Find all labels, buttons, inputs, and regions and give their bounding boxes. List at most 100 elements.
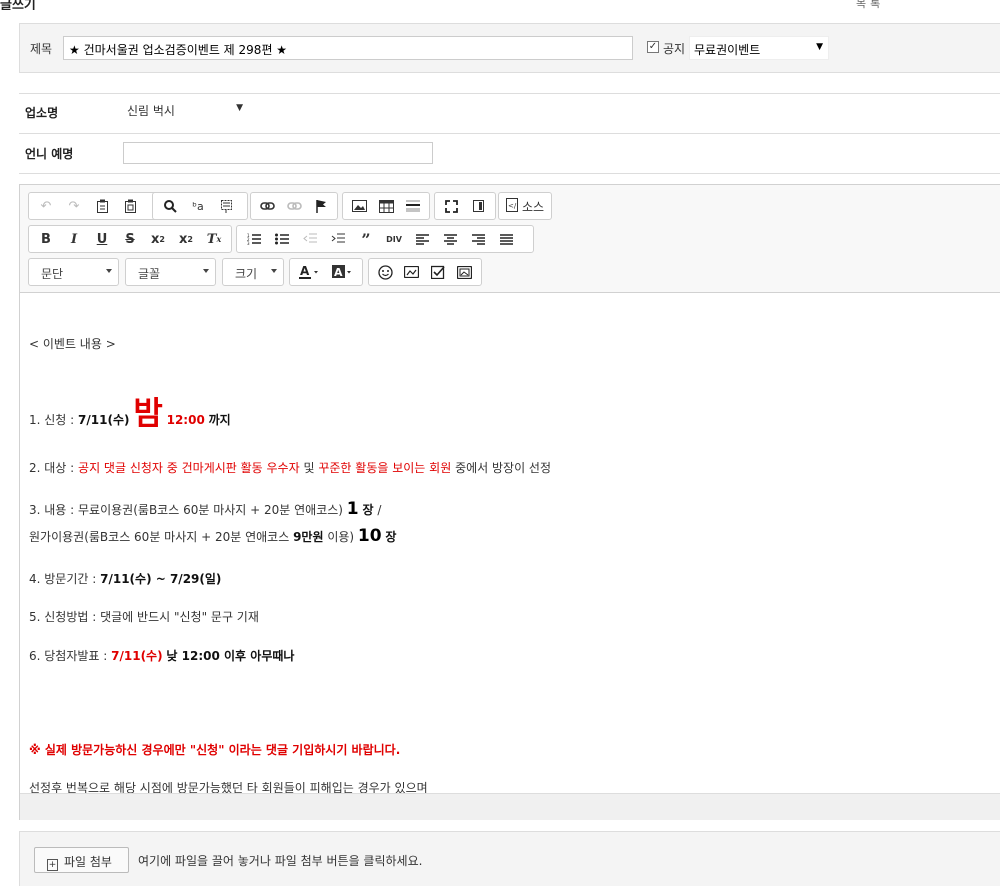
underline-icon[interactable]: U	[88, 227, 116, 251]
chevron-down-icon	[271, 269, 277, 273]
title-input[interactable]: ★ 건마서울권 업소검증이벤트 제 298편 ★	[63, 36, 633, 60]
divider	[19, 93, 1000, 94]
text-span: 이용)	[323, 530, 358, 544]
text-span: 장	[385, 530, 397, 544]
attach-file-button[interactable]: + 파일 첨부	[34, 847, 129, 873]
editor-toolbar: ↶ ↷ ᵇa </> 소스 B	[20, 185, 1000, 293]
color-group: A A	[289, 258, 363, 286]
text-span: 10	[357, 526, 382, 546]
bold-icon[interactable]: B	[32, 227, 60, 251]
extras-group	[368, 258, 482, 286]
text-span: 4. 방문기간 :	[29, 572, 101, 586]
shop-select[interactable]: 신림 벅시 ▼	[123, 102, 248, 120]
text-span: 1. 신청 :	[29, 413, 79, 427]
strikethrough-icon[interactable]: S	[116, 227, 144, 251]
link-group	[250, 192, 338, 220]
superscript-icon[interactable]: x2	[172, 227, 200, 251]
source-label: 소스	[522, 199, 545, 214]
chevron-down-icon: ▼	[816, 42, 823, 52]
bulleted-list-icon[interactable]	[268, 227, 296, 251]
indent-icon[interactable]	[324, 227, 352, 251]
editor-content[interactable]: < 이벤트 내용 > 1. 신청 : 7/11(수) 밤 12:00 까지 2.…	[20, 293, 1000, 793]
text-span: 9만원	[293, 530, 324, 544]
content-warning: ※ 실제 방문가능하신 경우에만 "신청" 이라는 댓글 기입하시기 바랍니다.	[29, 743, 401, 757]
align-left-icon[interactable]	[408, 227, 436, 251]
blockquote-icon[interactable]: ”	[352, 227, 380, 251]
subscript-icon[interactable]: x2	[144, 227, 172, 251]
link-icon[interactable]	[254, 194, 281, 218]
align-center-icon[interactable]	[436, 227, 464, 251]
text-span: 중에서 방장이 선정	[455, 461, 552, 475]
numbered-list-icon[interactable]: 123	[240, 227, 268, 251]
gallery-icon[interactable]	[452, 260, 479, 284]
maximize-icon[interactable]	[438, 194, 465, 218]
editor-resize-bar[interactable]	[20, 793, 1000, 820]
text-span: 2. 대상 :	[29, 461, 79, 475]
horizontal-line-icon[interactable]	[399, 194, 426, 218]
text-span: 및	[303, 461, 315, 475]
align-right-icon[interactable]	[464, 227, 492, 251]
content-line-2: 2. 대상 : 공지 댓글 신청자 중 건마게시판 활동 우수자 및 꾸준한 활…	[29, 459, 551, 476]
source-icon: </>	[506, 197, 522, 215]
chevron-down-icon	[106, 269, 112, 273]
content-line-4: 4. 방문기간 : 7/11(수) ~ 7/29(일)	[29, 570, 221, 587]
category-select[interactable]: 무료권이벤트 ▼	[689, 36, 829, 60]
attach-hint: 여기에 파일을 끌어 놓거나 파일 첨부 버튼을 클릭하세요.	[138, 854, 423, 868]
align-justify-icon[interactable]	[492, 227, 520, 251]
divider	[19, 173, 1000, 174]
content-line-1: 1. 신청 : 7/11(수) 밤 12:00 까지	[29, 397, 231, 434]
emoji-smiley-icon[interactable]	[372, 260, 399, 284]
div-container-icon[interactable]: DIV	[380, 227, 408, 251]
content-line-3a: 3. 내용 : 무료이용권(룸B코스 60분 마사지 + 20분 연애코스) 1…	[29, 499, 381, 520]
font-combo[interactable]: 글꼴	[125, 258, 216, 286]
table-icon[interactable]	[373, 194, 400, 218]
anchor-flag-icon[interactable]	[307, 194, 334, 218]
show-blocks-icon[interactable]	[465, 194, 492, 218]
format-combo[interactable]: 문단	[28, 258, 119, 286]
content-line-3b: 원가이용권(룸B코스 60분 마사지 + 20분 연애코스 9만원 이용) 10…	[29, 526, 396, 547]
nickname-label: 언니 예명	[25, 147, 74, 161]
text-span: 7/11(수)	[111, 649, 163, 663]
outdent-icon[interactable]	[296, 227, 324, 251]
text-span: 1	[346, 499, 359, 519]
background-color-icon[interactable]: A	[326, 260, 359, 284]
text-span: 밤	[133, 394, 163, 432]
font-combo-value: 글꼴	[138, 267, 161, 281]
redo-icon[interactable]: ↷	[60, 194, 88, 218]
notice-label: 공지	[663, 42, 686, 56]
remove-format-icon[interactable]: Tx	[200, 227, 228, 251]
image-icon[interactable]	[346, 194, 373, 218]
italic-icon[interactable]: I	[60, 227, 88, 251]
list-link[interactable]: 목록	[856, 0, 884, 10]
source-button[interactable]: </> 소스	[498, 192, 553, 220]
shop-select-value: 신림 벅시	[127, 104, 175, 118]
title-row: 제목 ★ 건마서울권 업소검증이벤트 제 298편 ★ ✓ 공지 무료권이벤트 …	[19, 23, 1000, 73]
select-all-icon[interactable]	[212, 194, 240, 218]
text-span: 7/11(수) ~ 7/29(일)	[100, 572, 222, 586]
text-span: 낮 12:00 이후 아무때나	[166, 649, 295, 663]
nickname-input[interactable]	[123, 142, 433, 164]
text-span: 원가이용권(룸B코스 60분 마사지 + 20분 연애코스	[29, 530, 294, 544]
replace-icon[interactable]: ᵇa	[184, 194, 212, 218]
category-select-value: 무료권이벤트	[694, 43, 761, 57]
view-group	[434, 192, 496, 220]
image-upload-icon[interactable]	[399, 260, 426, 284]
search-icon[interactable]	[156, 194, 184, 218]
paste-icon[interactable]	[88, 194, 116, 218]
paragraph-group: 123 ” DIV	[236, 225, 534, 253]
insert-group	[342, 192, 430, 220]
rich-text-editor: ↶ ↷ ᵇa </> 소스 B	[19, 184, 1000, 820]
unlink-icon[interactable]	[281, 194, 308, 218]
page-heading: 글쓰기	[0, 0, 36, 10]
text-span: 까지	[208, 413, 231, 427]
size-combo[interactable]: 크기	[222, 258, 284, 286]
undo-icon[interactable]: ↶	[32, 194, 60, 218]
notice-checkbox[interactable]: ✓	[647, 41, 659, 53]
checkbox-icon[interactable]	[425, 260, 452, 284]
paste-text-icon[interactable]	[116, 194, 144, 218]
attachment-area[interactable]: + 파일 첨부 여기에 파일을 끌어 놓거나 파일 첨부 버튼을 클릭하세요.	[19, 831, 1000, 886]
text-span: 장	[362, 503, 374, 517]
text-color-icon[interactable]: A	[293, 260, 326, 284]
clipboard-group: ↶ ↷	[28, 192, 172, 220]
content-line-6: 6. 당첨자발표 : 7/11(수) 낮 12:00 이후 아무때나	[29, 647, 294, 664]
